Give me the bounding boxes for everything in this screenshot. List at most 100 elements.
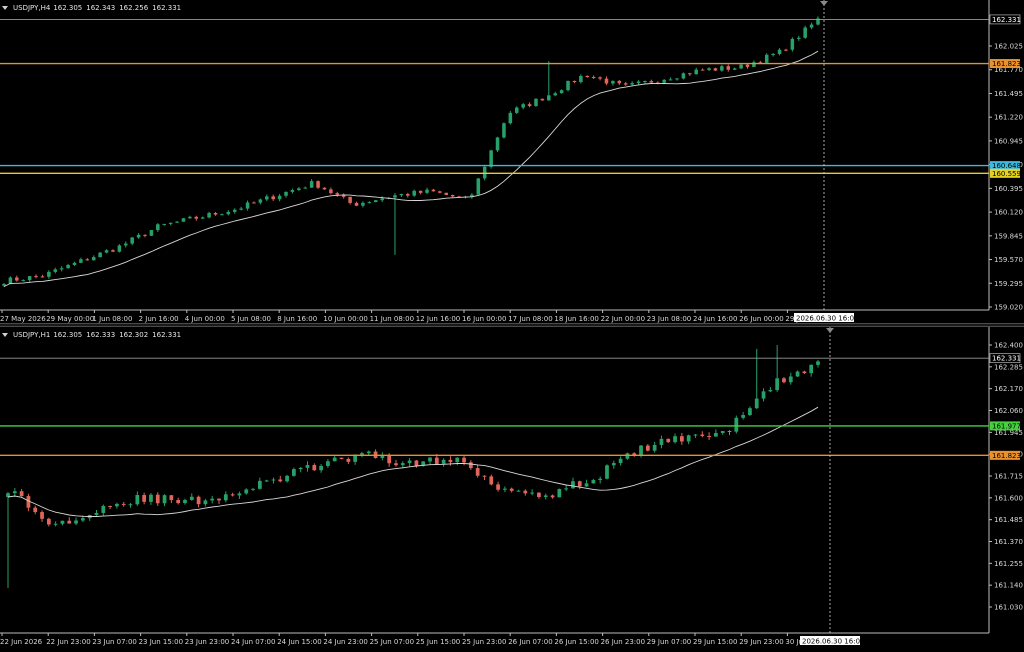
candle-body bbox=[448, 459, 453, 463]
level-price-label: 160.559 bbox=[992, 170, 1021, 178]
price-tick-label: 161.370 bbox=[994, 538, 1023, 546]
candle-body bbox=[128, 504, 133, 506]
candle-body bbox=[361, 202, 365, 206]
candle-body bbox=[571, 481, 575, 489]
candle-body bbox=[67, 520, 72, 524]
candle-body bbox=[136, 234, 141, 238]
price-tick-label: 159.845 bbox=[994, 232, 1023, 240]
candle-body bbox=[727, 430, 732, 432]
candle-body bbox=[284, 191, 288, 196]
price-tick-label: 161.600 bbox=[994, 494, 1023, 502]
time-tick-label: 17 Jun 08:00 bbox=[508, 315, 552, 323]
candle-body bbox=[496, 484, 500, 490]
candle-body bbox=[482, 475, 487, 477]
candle-body bbox=[652, 444, 657, 451]
ohlc-open: 162.305 bbox=[53, 331, 83, 339]
candle-body bbox=[226, 211, 231, 215]
candle-body bbox=[649, 81, 654, 83]
candle-body bbox=[521, 104, 525, 108]
candle-body bbox=[768, 390, 773, 392]
candle-body bbox=[611, 80, 615, 84]
candle-body bbox=[790, 38, 795, 50]
candle-body bbox=[734, 417, 739, 432]
time-tick-label: 22 Jun 23:00 bbox=[46, 638, 90, 646]
candle-body bbox=[591, 77, 596, 79]
candle-body bbox=[339, 457, 344, 459]
candle-body bbox=[81, 518, 85, 521]
crosshair-marker-icon bbox=[826, 328, 834, 333]
candle-body bbox=[438, 191, 442, 193]
time-tick-label: 29 May 00:00 bbox=[46, 315, 94, 323]
collapse-triangle-icon[interactable] bbox=[2, 6, 8, 10]
candle-body bbox=[394, 463, 398, 466]
candlestick-chart-h1[interactable]: 162.400162.285162.170162.060161.945161.8… bbox=[0, 327, 1024, 652]
price-tick-label: 161.495 bbox=[994, 90, 1023, 98]
candle-body bbox=[643, 81, 647, 83]
price-tick-label: 161.220 bbox=[994, 114, 1023, 122]
candle-body bbox=[213, 212, 218, 215]
time-tick-label: 23 Jun 08:00 bbox=[647, 315, 691, 323]
time-tick-label: 10 Jun 00:00 bbox=[323, 315, 367, 323]
price-tick-label: 162.170 bbox=[994, 385, 1023, 393]
candle-body bbox=[309, 181, 314, 188]
candle-body bbox=[155, 494, 160, 504]
candle-body bbox=[142, 495, 147, 502]
ohlc-values: 162.305 162.333 162.302 162.331 bbox=[53, 331, 181, 339]
level-price-label: 161.823 bbox=[992, 60, 1021, 68]
candle-body bbox=[298, 467, 303, 470]
candle-body bbox=[210, 498, 215, 501]
candle-body bbox=[732, 68, 737, 70]
candle-body bbox=[27, 276, 32, 281]
candle-body bbox=[183, 499, 187, 504]
candle-body bbox=[795, 371, 800, 377]
candle-body bbox=[101, 505, 106, 513]
ohlc-values: 162.305 162.343 162.256 162.331 bbox=[53, 4, 181, 12]
candle-body bbox=[2, 283, 6, 286]
candle-body bbox=[60, 520, 65, 524]
candle-body bbox=[557, 489, 562, 498]
candle-body bbox=[244, 489, 249, 494]
candle-body bbox=[618, 458, 623, 464]
candle-body bbox=[74, 520, 78, 524]
candle-body bbox=[230, 494, 235, 496]
candlestick-chart-h4[interactable]: 162.025161.770161.495161.220160.945160.6… bbox=[0, 0, 1024, 323]
candle-body bbox=[380, 198, 384, 201]
collapse-triangle-icon[interactable] bbox=[2, 333, 8, 337]
candle-body bbox=[237, 493, 242, 496]
chart-pane-h4[interactable]: USDJPY,H4 162.305 162.343 162.256 162.33… bbox=[0, 0, 1024, 323]
candle-body bbox=[251, 488, 255, 490]
candle-body bbox=[495, 137, 500, 151]
candle-body bbox=[400, 463, 405, 466]
price-tick-label: 159.295 bbox=[994, 280, 1023, 288]
time-tick-label: 4 Jun 00:00 bbox=[185, 315, 225, 323]
candle-body bbox=[46, 518, 51, 525]
candle-body bbox=[816, 361, 820, 365]
price-tick-label: 162.060 bbox=[994, 407, 1023, 415]
chart-pane-h1[interactable]: USDJPY,H1 162.305 162.333 162.302 162.33… bbox=[0, 327, 1024, 652]
crosshair-time-label: 2026.06.30 16:00 bbox=[796, 315, 858, 323]
candle-body bbox=[547, 95, 551, 101]
candle-body bbox=[585, 75, 590, 78]
candle-body bbox=[264, 480, 269, 482]
price-tick-label: 161.030 bbox=[994, 604, 1023, 612]
candle-body bbox=[662, 79, 666, 83]
candle-body bbox=[598, 77, 602, 79]
time-tick-label: 23 Jun 15:00 bbox=[139, 638, 183, 646]
candle-body bbox=[611, 463, 616, 466]
symbol-label: USDJPY,H1 bbox=[13, 331, 51, 339]
candle-body bbox=[12, 491, 17, 494]
candle-body bbox=[169, 495, 174, 501]
candle-body bbox=[434, 457, 439, 464]
candle-body bbox=[108, 505, 112, 507]
candle-body bbox=[305, 465, 310, 468]
candle-body bbox=[399, 194, 404, 196]
candle-body bbox=[53, 523, 58, 525]
candle-body bbox=[414, 460, 419, 466]
time-tick-label: 26 Jun 07:00 bbox=[508, 638, 552, 646]
candle-body bbox=[444, 192, 449, 195]
candle-body bbox=[617, 80, 622, 84]
time-tick-label: 22 Jun 00:00 bbox=[601, 315, 645, 323]
candle-body bbox=[508, 112, 513, 124]
time-tick-label: 26 Jun 15:00 bbox=[554, 638, 598, 646]
candle-body bbox=[720, 430, 725, 434]
